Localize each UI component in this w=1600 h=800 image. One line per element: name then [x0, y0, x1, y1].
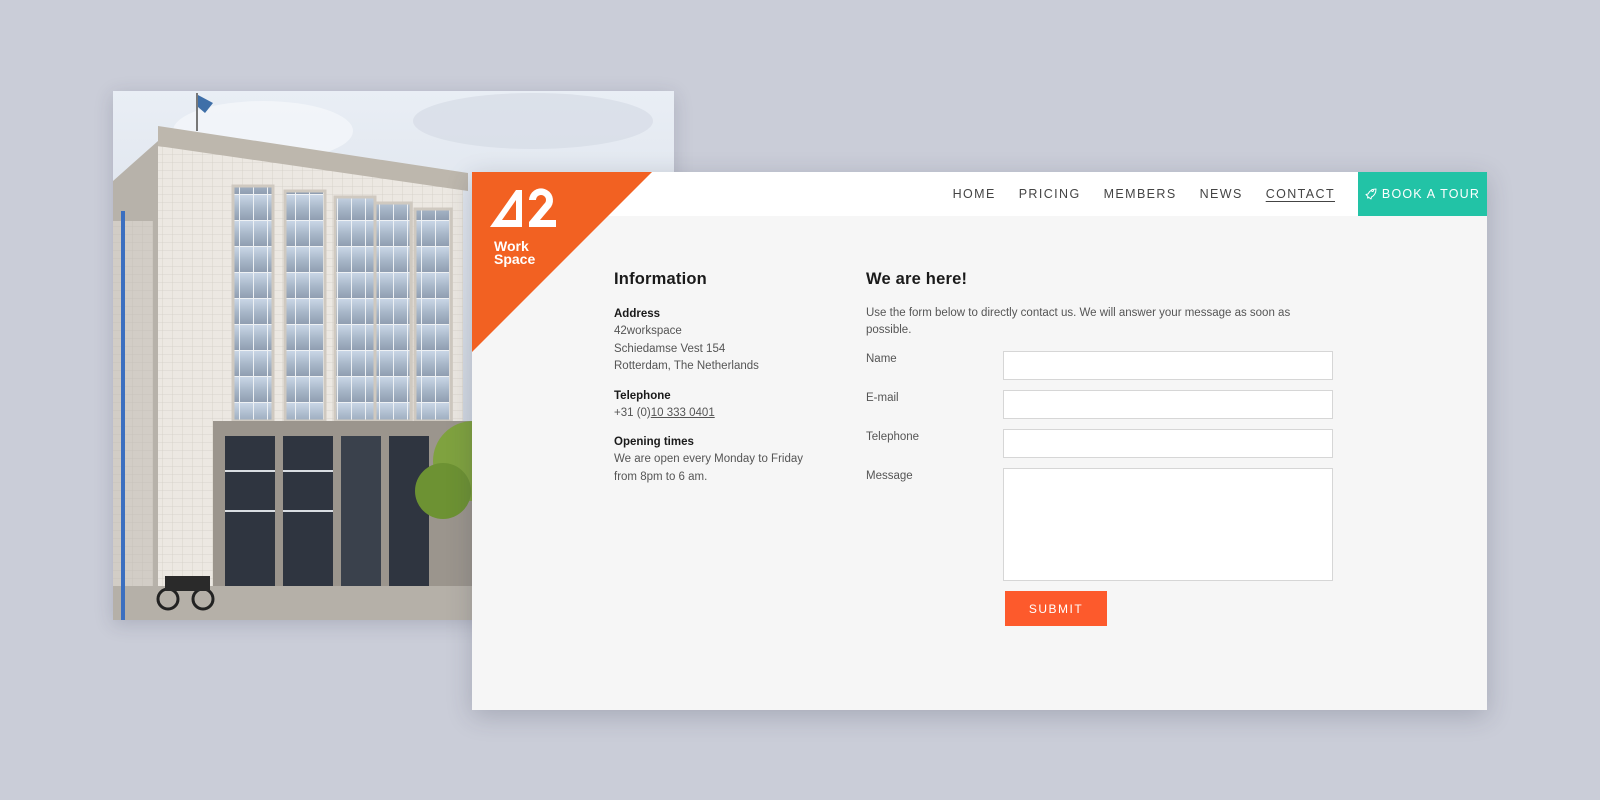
rocket-icon — [1365, 188, 1377, 200]
contact-form: We are here! Use the form below to direc… — [866, 270, 1336, 630]
email-row: E-mail — [866, 390, 1336, 429]
logo-word-space: Space — [494, 251, 536, 267]
contact-form-intro: Use the form below to directly contact u… — [866, 307, 1291, 336]
email-label: E-mail — [866, 392, 899, 404]
information-title: Information — [614, 270, 707, 288]
nav-news[interactable]: NEWS — [1200, 187, 1243, 201]
name-label: Name — [866, 353, 897, 365]
opening-times-line: from 8pm to 6 am. — [614, 470, 708, 483]
opening-times-block: Opening times We are open every Monday t… — [614, 433, 844, 486]
nav-contact[interactable]: CONTACT — [1266, 187, 1335, 201]
book-a-tour-button[interactable]: BOOK A TOUR — [1358, 172, 1487, 216]
submit-button[interactable]: SUBMIT — [1005, 591, 1107, 626]
opening-times-line: We are open every Monday to Friday — [614, 453, 803, 465]
telephone-label: Telephone — [614, 389, 671, 402]
address-label: Address — [614, 308, 661, 320]
logo-wordmark: Work Space — [494, 239, 536, 267]
nav-links: HOME PRICING MEMBERS NEWS CONTACT BOOK A… — [953, 172, 1487, 216]
name-input[interactable] — [1003, 351, 1333, 380]
website-window: HOME PRICING MEMBERS NEWS CONTACT BOOK A… — [472, 172, 1487, 710]
telephone-input[interactable] — [1003, 429, 1333, 458]
nav-pricing[interactable]: PRICING — [1019, 187, 1081, 201]
contact-form-title: We are here! — [866, 270, 968, 288]
message-row: Message — [866, 468, 1336, 591]
telephone-block: Telephone +31 (0)10 333 0401 — [614, 387, 844, 423]
telephone-prefix: +31 (0) — [614, 406, 651, 419]
telephone-link[interactable]: 10 333 0401 — [651, 407, 715, 419]
address-line: Rotterdam, The Netherlands — [614, 360, 759, 372]
telephone-row: Telephone — [866, 429, 1336, 468]
message-label: Message — [866, 470, 913, 482]
telephone-field-label: Telephone — [866, 431, 920, 443]
email-input[interactable] — [1003, 390, 1333, 419]
submit-row: SUBMIT — [866, 591, 1336, 630]
address-line: 42workspace — [614, 325, 682, 337]
message-textarea[interactable] — [1003, 468, 1333, 581]
book-a-tour-label: BOOK A TOUR — [1381, 187, 1481, 201]
information-section: Information Address 42workspace Schiedam… — [614, 270, 844, 497]
nav-members[interactable]: MEMBERS — [1104, 187, 1177, 201]
opening-times-label: Opening times — [614, 436, 694, 448]
nav-home[interactable]: HOME — [953, 187, 996, 201]
address-block: Address 42workspace Schiedamse Vest 154 … — [614, 305, 844, 376]
name-row: Name — [866, 351, 1336, 390]
telephone-line: +31 (0)10 333 0401 — [614, 405, 844, 423]
address-line: Schiedamse Vest 154 — [614, 342, 726, 355]
